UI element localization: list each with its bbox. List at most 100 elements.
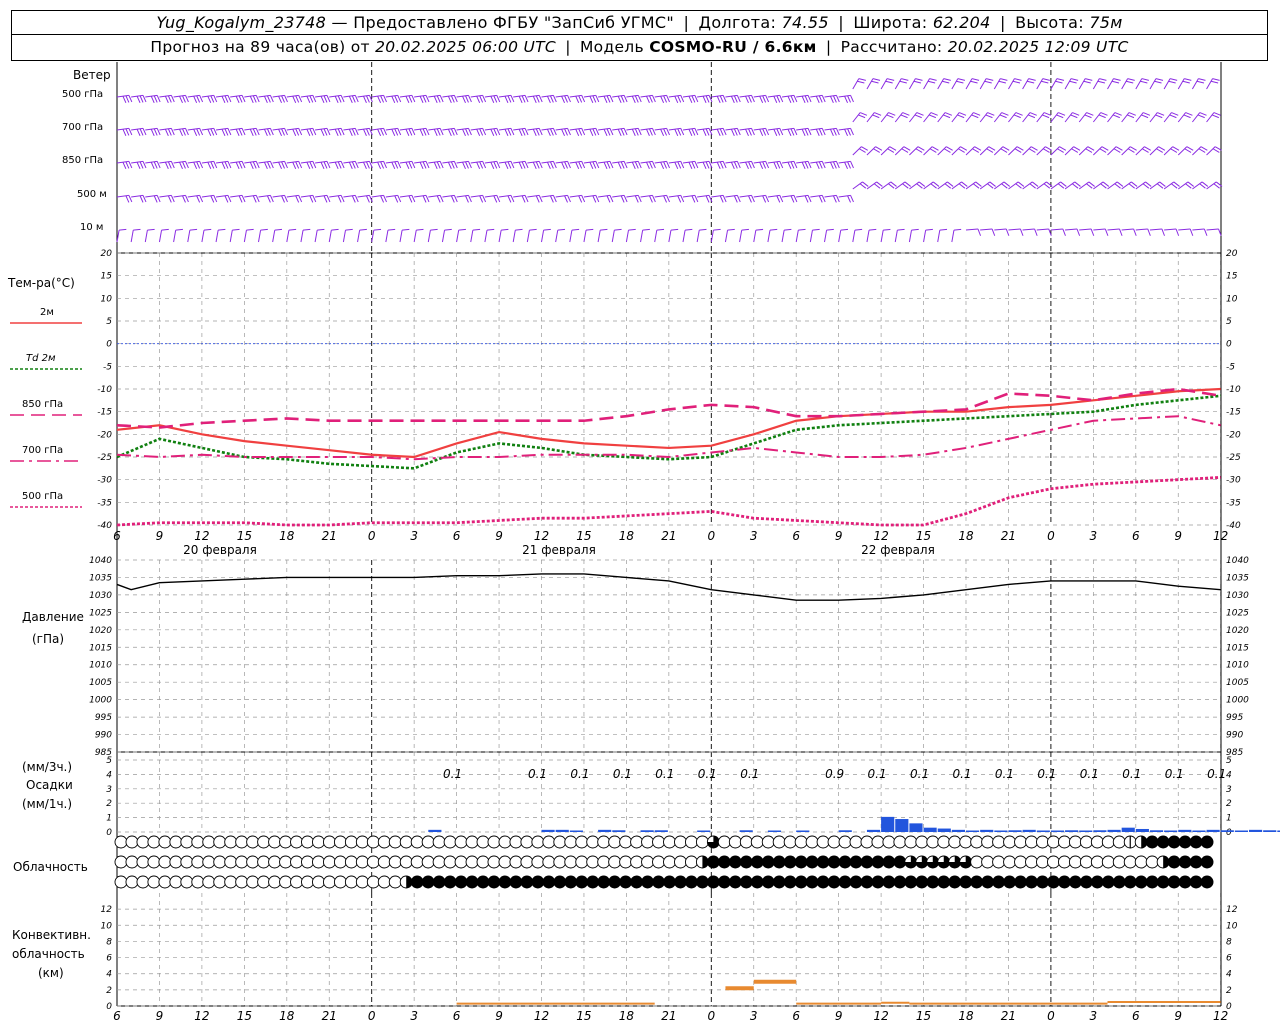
wind-barb-shaft [809,230,813,243]
cloud-circle [1068,855,1082,869]
cloud-symbol [410,875,424,889]
wind-barb-shaft [1022,146,1032,156]
precip-bar [541,829,555,832]
wind-barb [145,194,161,203]
cloud-symbol [114,875,128,889]
wind-barb-flag [623,95,628,103]
wind-barb [640,127,656,137]
cloud-symbol [1101,835,1115,849]
wind-barb [1050,112,1066,123]
cloud-symbol [301,855,314,869]
wind-barb [286,228,297,243]
y-tick-label: 0 [106,1002,112,1012]
cloud-circle [235,875,249,889]
y-tick-label: 1 [106,814,112,824]
wind-barb [1135,78,1149,90]
wind-barb-flag [405,161,410,170]
cloud-circle [838,855,852,869]
wind-barb [527,127,543,137]
wind-barb-flag [252,195,257,203]
wind-barb-flag [943,148,951,153]
cloud-symbol [597,835,611,849]
cloud-symbol [1189,835,1203,849]
wind-barb-flag [765,128,770,136]
cloud-symbol [641,875,655,889]
wind-barb-flag [518,161,523,170]
wind-barb-shaft [753,230,757,243]
wind-barb-flag [317,228,325,231]
cloud-circle [1014,855,1027,869]
cloud-circle [322,835,336,849]
cloud-symbol [180,875,194,889]
wind-barb-flag [564,128,568,136]
cloud-symbol [970,835,984,849]
wind-barb-flag [832,161,837,169]
cloud-circle [268,835,282,849]
wind-barb-flag [769,228,778,231]
cloud-symbol [630,835,644,849]
wind-barb-shaft [414,194,427,198]
wind-barb-flag [637,195,642,203]
wind-barb [654,94,670,104]
wind-barb-flag [221,128,226,137]
precip-bar [1178,829,1192,832]
cloud-symbol [1156,875,1170,889]
wind-barb-flag [959,112,967,116]
wind-barb-flag [354,95,359,103]
wind-barb-flag [439,128,444,136]
wind-barb [498,228,509,243]
cloud-symbol [1156,835,1170,849]
wind-barb-flag [450,128,455,136]
wind-barb [456,160,472,170]
cloud-symbol [235,855,249,869]
wind-barb-flag [719,195,724,203]
cloud-circle [520,875,534,889]
wind-barb-shaft [979,181,991,190]
cloud-symbol [432,875,446,889]
wind-barb-flag [688,128,693,137]
wind-barb-shaft [583,194,596,198]
cloud-symbol [652,855,665,869]
wind-barb-flag [677,161,682,169]
wind-barb-flag [1156,148,1163,153]
cloud-circle [410,875,424,889]
wind-barb-flag [815,161,820,170]
wind-barb-shaft [937,78,945,90]
wind-barb-shaft [880,112,889,123]
cloud-circle [970,855,984,869]
wind-barb-shaft [1149,112,1158,123]
wind-barb-shaft [739,230,743,243]
wind-barb [1078,181,1095,190]
wind-barb-flag [748,95,752,103]
wind-barb [470,194,487,203]
y-tick-label: 995 [95,713,112,723]
wind-barb [781,160,798,170]
wind-barb-flag [592,95,597,103]
cloud-circle [147,835,161,849]
wind-barb [711,94,727,104]
wind-barb-flag [462,95,466,104]
wind-barb-shaft [1135,228,1148,231]
wind-barb-shaft [951,78,959,90]
cloud-symbol [1145,835,1159,849]
cloud-symbol [937,875,951,889]
wind-barb [1036,228,1052,236]
wind-barb-shaft [781,194,795,198]
wind-barb [767,160,784,170]
cloud-symbol [904,835,918,849]
wind-barb-flag [765,161,770,169]
wind-barb-flag [847,195,851,203]
cloud-circle [180,835,194,849]
wind-barb [866,228,877,243]
wind-barb [1135,181,1152,190]
wind-barb-flag [524,95,529,103]
wind-barb-shaft [894,112,904,123]
wind-barb-shaft [484,194,497,198]
wind-barb [286,94,303,104]
wind-barb-flag [227,195,232,203]
precip-bar [767,830,782,832]
cloud-symbol [520,855,534,869]
wind-barb-flag [861,146,868,151]
wind-barb-shaft [385,194,398,198]
wind-barb-flag [167,195,172,203]
